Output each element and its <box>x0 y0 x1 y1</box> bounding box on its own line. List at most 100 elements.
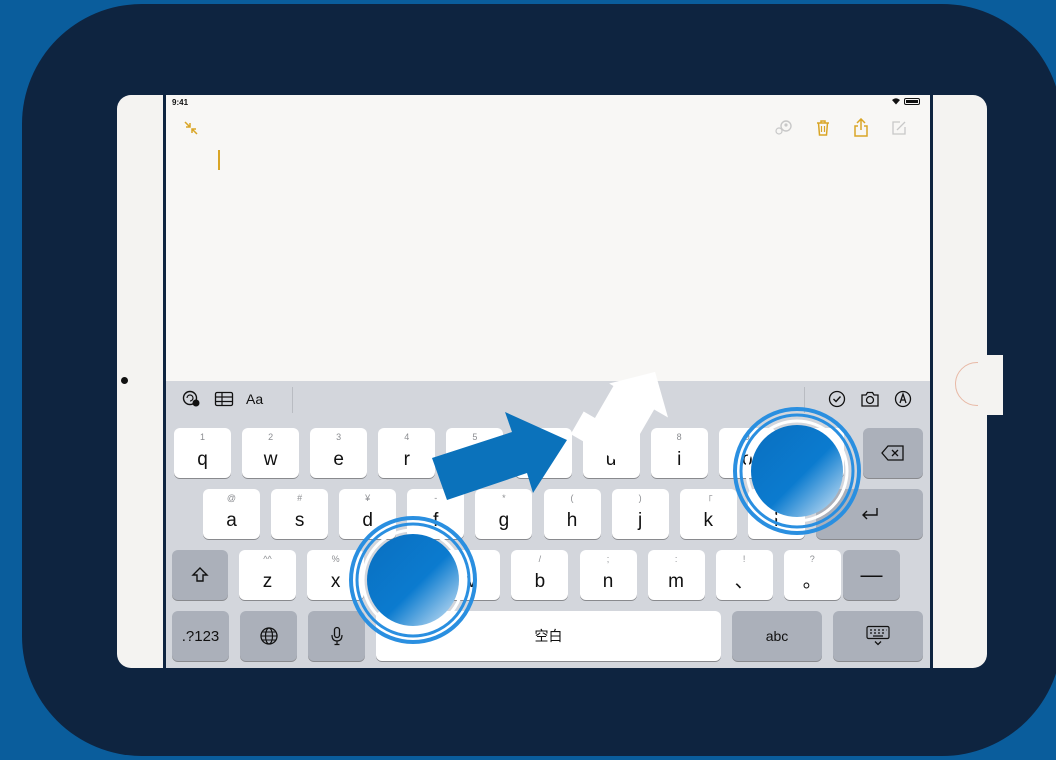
text-suggestions-icon[interactable] <box>182 390 202 408</box>
format-button[interactable]: Aa <box>246 391 263 407</box>
key-r[interactable]: 4r <box>378 428 436 478</box>
toolbar-separator <box>804 387 805 413</box>
key-b[interactable]: / b <box>511 550 569 600</box>
key-g[interactable]: * g <box>475 489 533 539</box>
battery-icon <box>904 97 920 105</box>
key-primary-label: w <box>263 449 278 470</box>
key-o[interactable]: 9o <box>718 428 776 478</box>
markup-icon[interactable] <box>894 390 912 408</box>
key-primary-label: l <box>774 510 779 531</box>
key-secondary-label: 1 <box>199 432 205 442</box>
key-secondary-label: # <box>297 493 303 503</box>
key-i[interactable]: 8i <box>650 428 708 478</box>
key-primary-label: h <box>566 510 578 531</box>
numbers-key[interactable]: .?123 <box>172 611 229 661</box>
key-secondary-label: 5 <box>472 432 478 442</box>
globe-key[interactable] <box>240 611 297 661</box>
space-key-label: 空白 <box>534 628 563 644</box>
key-a[interactable]: @ a <box>203 489 260 539</box>
key-primary-label: o <box>742 449 753 470</box>
backspace-key[interactable] <box>863 428 923 478</box>
key-t[interactable]: 5t <box>446 428 504 478</box>
key-secondary-label: 9 <box>744 432 750 442</box>
key-primary-label: j <box>637 510 643 531</box>
return-key[interactable] <box>816 489 923 539</box>
key-secondary-label: ) <box>638 493 642 503</box>
key-p[interactable]: 0p <box>786 428 844 478</box>
camera-dot <box>121 377 128 384</box>
key-f[interactable]: -f <box>407 489 465 539</box>
key-x[interactable]: % x <box>307 550 365 600</box>
checklist-icon[interactable] <box>828 390 846 408</box>
key-v[interactable]: v <box>443 550 501 600</box>
key-secondary-label: 6 <box>540 432 546 442</box>
key-secondary-label: % <box>331 554 340 564</box>
key-y[interactable]: 6y <box>514 428 572 478</box>
key-c[interactable]: c <box>375 550 433 600</box>
key-l[interactable]: 」 l <box>747 489 805 539</box>
key-n[interactable]: ; n <box>579 550 637 600</box>
collapse-arrows-icon[interactable] <box>182 119 200 137</box>
key-primary-label: x <box>330 571 341 592</box>
key-primary-label: c <box>398 571 409 592</box>
dash-key[interactable]: — <box>843 550 900 600</box>
hide-keyboard-key[interactable] <box>833 611 923 661</box>
key-primary-label: i <box>677 449 682 470</box>
key-secondary-label: / <box>538 554 542 564</box>
key-secondary-label: 「 <box>703 495 713 505</box>
key-z[interactable]: ^^ z <box>239 550 296 600</box>
key-primary-label: t <box>472 449 478 470</box>
collaborate-icon[interactable] <box>774 117 796 139</box>
globe-icon <box>259 627 278 645</box>
key-primary-label: r <box>403 449 410 470</box>
key-primary-label: p <box>810 449 821 470</box>
key-primary-label: z <box>262 571 273 592</box>
table-icon[interactable] <box>214 391 234 407</box>
key-primary-label: q <box>197 449 208 470</box>
toolbar-separator <box>292 387 293 413</box>
key-primary-label: n <box>602 571 614 592</box>
backspace-icon <box>881 445 904 461</box>
key-k[interactable]: 「k <box>679 489 737 539</box>
key-secondary-label: ¥ <box>365 493 371 503</box>
key-secondary-label: ( <box>570 493 574 503</box>
compose-icon[interactable] <box>888 117 910 139</box>
home-button-mask <box>978 355 1003 415</box>
key-w[interactable]: 2w <box>242 428 300 478</box>
key-primary-label: y <box>538 449 548 470</box>
microphone-key[interactable] <box>308 611 365 661</box>
key-secondary-label: ^^ <box>263 554 272 564</box>
abc-key[interactable]: abc <box>732 611 822 661</box>
key-secondary-label: 0 <box>812 432 818 442</box>
key-primary-label: 、 <box>734 571 754 592</box>
status-time: 9:41 <box>172 98 189 107</box>
key-u[interactable]: 7u <box>582 428 640 478</box>
key-q[interactable]: 1q <box>174 428 231 478</box>
key-。[interactable]: ?。 <box>783 550 841 600</box>
key-secondary-label: 」 <box>771 495 781 505</box>
key-j[interactable]: ) j <box>611 489 669 539</box>
microphone-icon <box>330 626 343 646</box>
shift-key[interactable] <box>172 550 228 600</box>
camera-icon[interactable] <box>860 390 880 408</box>
key-primary-label: 。 <box>802 571 822 592</box>
key-m[interactable]: :m <box>647 550 705 600</box>
key-secondary-label: 7 <box>608 432 614 442</box>
key-s[interactable]: # s <box>271 489 329 539</box>
trash-icon[interactable] <box>812 117 834 139</box>
share-icon[interactable] <box>850 117 872 139</box>
key-secondary-label: - <box>434 493 438 503</box>
key-d[interactable]: ¥ d <box>339 489 397 539</box>
key-h[interactable]: (h <box>543 489 601 539</box>
key-e[interactable]: 3e <box>310 428 368 478</box>
key-primary-label: s <box>294 510 305 531</box>
keyboard-toolbar: Aa <box>166 381 930 419</box>
key-、[interactable]: !、 <box>715 550 773 600</box>
status-icons <box>891 97 920 105</box>
key-secondary-label: : <box>674 554 678 564</box>
space-key[interactable]: 空白 <box>376 611 721 661</box>
note-toolbar <box>774 117 910 139</box>
numbers-key-label: .?123 <box>181 627 220 645</box>
shift-icon <box>191 567 209 582</box>
key-primary-label: g <box>498 510 510 531</box>
